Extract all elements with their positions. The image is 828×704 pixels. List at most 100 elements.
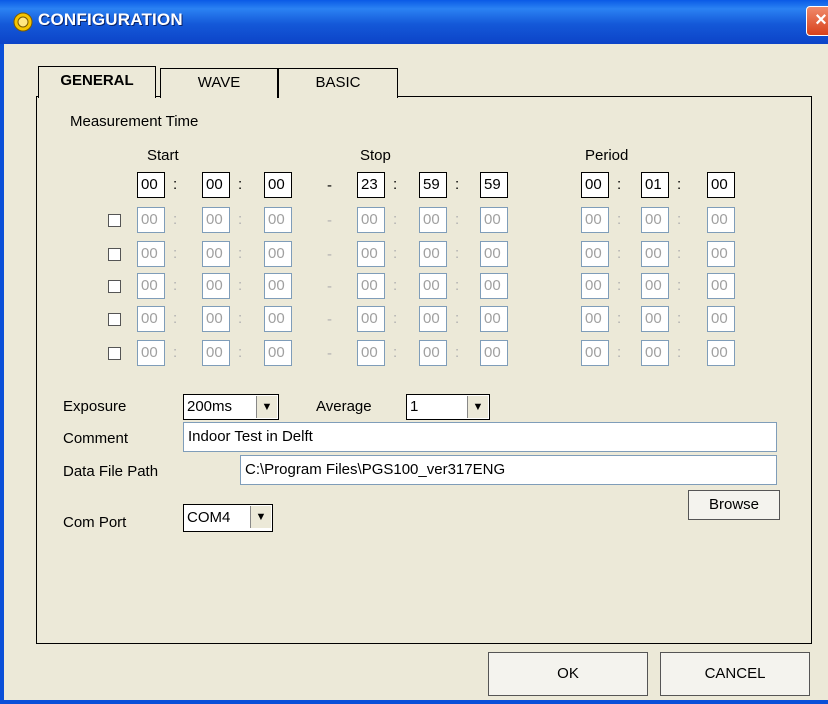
period-time-field[interactable]: 00 — [707, 273, 735, 299]
chevron-down-icon[interactable]: ▼ — [250, 506, 271, 528]
stop-header: Stop — [360, 147, 391, 164]
period-time-field[interactable]: 00 — [707, 241, 735, 267]
stop-time-field[interactable]: 00 — [480, 306, 508, 332]
start-time-field[interactable]: 00 — [137, 340, 165, 366]
row-enable-checkbox[interactable] — [108, 214, 121, 227]
ok-button[interactable]: OK — [488, 652, 648, 696]
start-time-field[interactable]: 00 — [137, 207, 165, 233]
stop-time-field[interactable]: 59 — [419, 172, 447, 198]
start-time-field[interactable]: 00 — [264, 241, 292, 267]
window-title: CONFIGURATION — [38, 10, 183, 29]
start-time-field[interactable]: 00 — [264, 306, 292, 332]
start-time-field[interactable]: 00 — [264, 340, 292, 366]
browse-button[interactable]: Browse — [688, 490, 780, 520]
period-time-field[interactable]: 00 — [581, 340, 609, 366]
start-time-field[interactable]: 00 — [137, 306, 165, 332]
colon-separator: : — [677, 211, 682, 228]
period-time-field[interactable]: 00 — [641, 340, 669, 366]
start-time-field[interactable]: 00 — [202, 207, 230, 233]
colon-separator: : — [393, 344, 398, 361]
colon-separator: : — [173, 344, 178, 361]
colon-separator: : — [455, 310, 460, 327]
start-time-field[interactable]: 00 — [202, 273, 230, 299]
colon-separator: : — [617, 344, 622, 361]
period-time-field[interactable]: 00 — [581, 172, 609, 198]
stop-time-field[interactable]: 00 — [419, 340, 447, 366]
start-time-field[interactable]: 00 — [202, 241, 230, 267]
exposure-label: Exposure — [63, 398, 127, 415]
colon-separator: : — [238, 211, 243, 228]
colon-separator: : — [393, 277, 398, 294]
period-time-field[interactable]: 00 — [707, 172, 735, 198]
colon-separator: : — [238, 245, 243, 262]
stop-time-field[interactable]: 00 — [419, 241, 447, 267]
row-enable-checkbox[interactable] — [108, 313, 121, 326]
period-time-field[interactable]: 00 — [581, 241, 609, 267]
colon-separator: : — [238, 176, 243, 193]
data-file-path-field[interactable]: C:\Program Files\PGS100_ver317ENG — [240, 455, 777, 485]
start-time-field[interactable]: 00 — [202, 306, 230, 332]
tab-basic[interactable]: BASIC — [278, 68, 398, 98]
start-time-field[interactable]: 00 — [202, 340, 230, 366]
period-time-field[interactable]: 00 — [641, 207, 669, 233]
start-header: Start — [147, 147, 179, 164]
stop-time-field[interactable]: 00 — [357, 207, 385, 233]
period-time-field[interactable]: 00 — [581, 273, 609, 299]
colon-separator: : — [173, 211, 178, 228]
start-time-field[interactable]: 00 — [137, 273, 165, 299]
period-time-field[interactable]: 01 — [641, 172, 669, 198]
period-time-field[interactable]: 00 — [707, 306, 735, 332]
colon-separator: : — [238, 344, 243, 361]
colon-separator: : — [455, 245, 460, 262]
stop-time-field[interactable]: 00 — [419, 207, 447, 233]
stop-time-field[interactable]: 23 — [357, 172, 385, 198]
colon-separator: : — [617, 176, 622, 193]
stop-time-field[interactable]: 00 — [419, 306, 447, 332]
stop-time-field[interactable]: 59 — [480, 172, 508, 198]
start-time-field[interactable]: 00 — [137, 172, 165, 198]
stop-time-field[interactable]: 00 — [357, 306, 385, 332]
close-button[interactable]: × — [806, 6, 828, 36]
stop-time-field[interactable]: 00 — [357, 241, 385, 267]
period-time-field[interactable]: 00 — [707, 207, 735, 233]
stop-time-field[interactable]: 00 — [480, 207, 508, 233]
colon-separator: : — [393, 176, 398, 193]
period-time-field[interactable]: 00 — [581, 207, 609, 233]
exposure-value: 200ms — [187, 398, 233, 415]
row-enable-checkbox[interactable] — [108, 248, 121, 261]
row-enable-checkbox[interactable] — [108, 280, 121, 293]
start-time-field[interactable]: 00 — [202, 172, 230, 198]
period-time-field[interactable]: 00 — [707, 340, 735, 366]
stop-time-field[interactable]: 00 — [480, 241, 508, 267]
period-time-field[interactable]: 00 — [641, 306, 669, 332]
colon-separator: : — [617, 310, 622, 327]
colon-separator: : — [677, 277, 682, 294]
period-time-field[interactable]: 00 — [641, 241, 669, 267]
stop-time-field[interactable]: 00 — [357, 273, 385, 299]
exposure-select[interactable]: 200ms ▼ — [183, 394, 279, 420]
average-select[interactable]: 1 ▼ — [406, 394, 490, 420]
stop-time-field[interactable]: 00 — [480, 340, 508, 366]
start-time-field[interactable]: 00 — [264, 172, 292, 198]
com-port-select[interactable]: COM4 ▼ — [183, 504, 273, 532]
range-dash: - — [327, 177, 332, 194]
start-time-field[interactable]: 00 — [264, 273, 292, 299]
row-enable-checkbox[interactable] — [108, 347, 121, 360]
chevron-down-icon[interactable]: ▼ — [467, 396, 488, 418]
tab-general[interactable]: GENERAL — [38, 66, 156, 98]
stop-time-field[interactable]: 00 — [419, 273, 447, 299]
comment-field[interactable]: Indoor Test in Delft — [183, 422, 777, 452]
range-dash: - — [327, 246, 332, 263]
start-time-field[interactable]: 00 — [264, 207, 292, 233]
average-value: 1 — [410, 398, 419, 415]
tab-wave[interactable]: WAVE — [160, 68, 278, 98]
stop-time-field[interactable]: 00 — [480, 273, 508, 299]
period-time-field[interactable]: 00 — [581, 306, 609, 332]
colon-separator: : — [238, 277, 243, 294]
stop-time-field[interactable]: 00 — [357, 340, 385, 366]
start-time-field[interactable]: 00 — [137, 241, 165, 267]
cancel-button[interactable]: CANCEL — [660, 652, 810, 696]
period-time-field[interactable]: 00 — [641, 273, 669, 299]
chevron-down-icon[interactable]: ▼ — [256, 396, 277, 418]
colon-separator: : — [173, 310, 178, 327]
